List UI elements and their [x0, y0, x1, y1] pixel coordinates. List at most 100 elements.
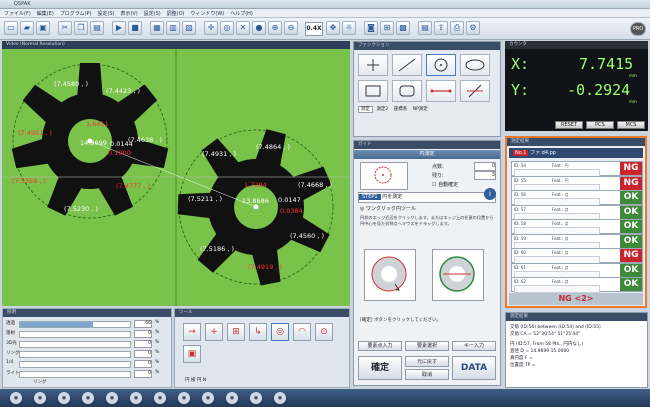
edge-tool-icon[interactable]: → [183, 323, 201, 341]
lighting-slider[interactable] [19, 331, 131, 338]
rect-tool-icon[interactable] [358, 80, 388, 102]
auto-confirm-checkbox[interactable]: ☐ 自動確定 [432, 181, 458, 188]
distance-tool-icon[interactable] [426, 80, 456, 102]
angle-tool-icon[interactable] [460, 80, 490, 102]
run-icon[interactable]: ▶ [112, 21, 126, 35]
undo-button[interactable]: 元に戻す [405, 356, 449, 367]
status-icon-4[interactable]: ◉ [82, 392, 94, 404]
new-file-icon[interactable]: ▭ [4, 21, 18, 35]
pan-icon[interactable]: ✥ [326, 21, 340, 35]
crosshair-icon[interactable]: ✛ [204, 21, 218, 35]
target-tool-icon[interactable]: ⊙ [315, 323, 333, 341]
settings-icon[interactable]: ⚙ [466, 21, 480, 35]
pattern-tool-icon[interactable]: ▣ [183, 345, 201, 363]
confirm-button[interactable]: 確定 [358, 356, 402, 380]
status-icon-8[interactable]: ◉ [178, 392, 190, 404]
light-icon[interactable]: ☼ [342, 21, 356, 35]
key-input-button[interactable]: キー入力 [452, 341, 496, 351]
result-row[interactable]: ID: 54 Feat.: 円 NG [511, 161, 643, 177]
element-select-button[interactable]: 要素選択 [405, 341, 449, 351]
status-icon-3[interactable]: ◉ [58, 392, 70, 404]
reset-button[interactable]: RESET [555, 121, 583, 129]
lighting-value[interactable]: 0 [134, 350, 152, 358]
status-icon-2[interactable]: ◉ [34, 392, 46, 404]
lighting-slider[interactable] [19, 361, 131, 368]
lighting-value[interactable]: 66 [134, 320, 152, 328]
pcs-button[interactable]: PCS [586, 121, 614, 129]
status-icon-11[interactable]: ◉ [250, 392, 262, 404]
status-icon-10[interactable]: ◉ [226, 392, 238, 404]
lighting-slider[interactable] [19, 321, 131, 328]
grid-tool-icon[interactable]: ⊞ [227, 323, 245, 341]
lighting-value[interactable]: 0 [134, 330, 152, 338]
result-row[interactable]: ID: 56 Feat.: 点 OK [511, 190, 643, 206]
menu-window[interactable]: ウィンドウ(W) [190, 10, 224, 17]
cut-icon[interactable]: ✂ [58, 21, 72, 35]
menu-program[interactable]: プログラム(P) [60, 10, 92, 17]
lighting-value[interactable]: 0 [134, 370, 152, 378]
report-icon[interactable]: ▤ [418, 21, 432, 35]
element-input-button[interactable]: 要素点入力 [358, 341, 402, 351]
status-icon-7[interactable]: ◉ [154, 392, 166, 404]
tab-np-measure[interactable]: NP測定 [411, 107, 430, 112]
data-button[interactable]: DATA [452, 356, 496, 380]
lighting-slider[interactable] [19, 351, 131, 358]
result-row[interactable]: ID: 61 Feat.: 点 OK [511, 262, 643, 279]
result-row[interactable]: ID: 55 Feat.: 円 NG [511, 175, 643, 192]
menu-file[interactable]: ファイル(F) [4, 10, 31, 17]
result-row[interactable]: ID: 59 Feat.: 点 OK [511, 233, 643, 250]
measure-icon[interactable]: ⊞ [380, 21, 394, 35]
line-tool-icon[interactable] [392, 54, 422, 76]
info-icon[interactable]: i [484, 188, 496, 200]
circle-edge-tool-icon[interactable]: ◎ [271, 323, 289, 341]
circle-icon[interactable]: ● [252, 21, 266, 35]
lighting-slider[interactable] [19, 341, 131, 348]
mcs-button[interactable]: MCS [617, 121, 645, 129]
zoom-in-icon[interactable]: ⊕ [268, 21, 282, 35]
result-row[interactable]: ID: 58 Feat.: 点 OK [511, 219, 643, 235]
lighting-value[interactable]: 0 [134, 340, 152, 348]
chart-icon[interactable]: ▧ [182, 21, 196, 35]
ellipse-tool-icon[interactable] [460, 54, 490, 76]
point-tool-icon[interactable] [358, 54, 388, 76]
lighting-value[interactable]: 0 [134, 360, 152, 368]
result-row[interactable]: ID: 57 Feat.: 点 OK [511, 204, 643, 221]
rounded-rect-tool-icon[interactable] [392, 80, 422, 102]
lighting-slider[interactable] [19, 371, 131, 378]
camera-icon[interactable]: ◙ [364, 21, 378, 35]
axes-icon[interactable]: ✕ [236, 21, 250, 35]
menu-view[interactable]: 表示(V) [120, 10, 137, 17]
target-icon[interactable]: ◎ [220, 21, 234, 35]
arc-tool-icon[interactable]: ◠ [293, 323, 311, 341]
status-icon-12[interactable]: ◉ [274, 392, 286, 404]
status-icon-5[interactable]: ◉ [106, 392, 118, 404]
circle-tool-icon[interactable] [426, 54, 456, 76]
menu-adjust[interactable]: 調整(O) [167, 10, 185, 17]
corner-tool-icon[interactable]: ↳ [249, 323, 267, 341]
tab-coordinate[interactable]: 座標系 [392, 107, 410, 112]
menu-help[interactable]: ヘルプ(H) [230, 10, 253, 17]
zoom-out-icon[interactable]: ⊖ [284, 21, 298, 35]
video-view[interactable]: (7.4580 , ) (7.4423 , ) (7.4638 , ) (7.4… [2, 49, 350, 306]
save-icon[interactable]: ▣ [36, 21, 50, 35]
result-row[interactable]: ID: 60 Feat.: 点 NG [511, 248, 643, 264]
copy-icon[interactable]: ❐ [74, 21, 88, 35]
status-icon-6[interactable]: ◉ [130, 392, 142, 404]
tab-measure[interactable]: 測定 [358, 106, 373, 113]
result-row[interactable]: ID: 62 Feat.: 点 OK [511, 277, 643, 293]
grid-icon[interactable]: ▦ [150, 21, 164, 35]
status-icon-9[interactable]: ◉ [202, 392, 214, 404]
grid-toggle-icon[interactable]: ▩ [396, 21, 410, 35]
open-folder-icon[interactable]: ▰ [20, 21, 34, 35]
stop-icon[interactable]: ■ [128, 21, 142, 35]
table-icon[interactable]: ▥ [166, 21, 180, 35]
cross-tool-icon[interactable]: + [205, 323, 223, 341]
zoom-level[interactable]: 0.4X [305, 22, 323, 36]
menu-settings[interactable]: 設定(S) [97, 10, 114, 17]
tab-measure-2[interactable]: 測定2 [374, 107, 390, 112]
cancel-button[interactable]: 取消 [405, 369, 449, 380]
paste-icon[interactable]: ▤ [90, 21, 104, 35]
menu-settings-2[interactable]: 設定(S) [144, 10, 161, 17]
print-icon[interactable]: ⎙ [450, 21, 464, 35]
export-icon[interactable]: ⇪ [434, 21, 448, 35]
